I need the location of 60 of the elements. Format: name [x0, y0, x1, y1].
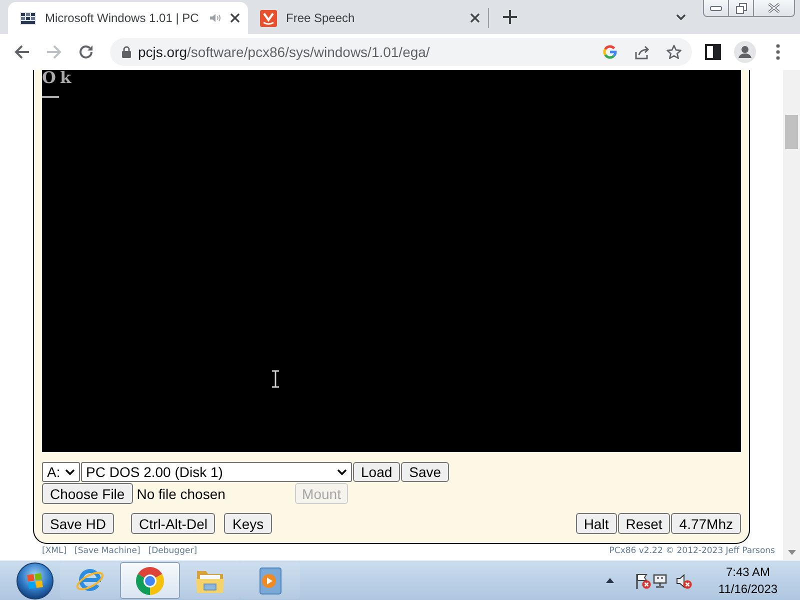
g-logo-icon[interactable]	[602, 44, 618, 60]
scrollbar-thumb[interactable]	[785, 115, 798, 149]
machine-button[interactable]: Keys	[224, 513, 272, 534]
clock-date[interactable]: 11/16/2023	[718, 580, 778, 598]
side-panel-icon[interactable]	[705, 44, 721, 60]
footer-link[interactable]: [XML]	[42, 546, 67, 556]
chevron-down-icon	[65, 469, 75, 475]
taskbar-button[interactable]	[240, 562, 300, 599]
caret-up-icon[interactable]	[606, 578, 614, 583]
minimize-icon	[710, 6, 722, 10]
machine-button[interactable]: 4.77Mhz	[671, 513, 741, 534]
share-icon[interactable]	[634, 44, 650, 60]
address-bar[interactable]: pcjs.org/software/pcx86/sys/windows/1.01/ega/	[110, 38, 692, 66]
back-arrow-icon[interactable]	[14, 44, 30, 60]
avatar-icon[interactable]	[734, 41, 756, 63]
close-icon[interactable]	[470, 13, 480, 23]
v-badge-icon	[260, 10, 277, 26]
browser-tab[interactable]: Microsoft Windows 1.01 | PC	[8, 2, 248, 34]
ring-logo-icon	[135, 566, 165, 596]
machine-button[interactable]: Reset	[618, 513, 670, 534]
plus-icon[interactable]	[503, 10, 517, 24]
text-cursor-icon	[271, 370, 280, 388]
minimize-button[interactable]	[703, 0, 729, 17]
close-icon[interactable]	[230, 13, 240, 23]
machine-button[interactable]: Save HD	[42, 513, 114, 534]
copyright-text: PCx86 v2.22 © 2012-2023 Jeff Parsons	[609, 546, 775, 556]
disk-select[interactable]: PC DOS 2.00 (Disk 1)	[81, 462, 352, 482]
more-menu-icon[interactable]	[776, 44, 780, 60]
file-status-text: No file chosen	[136, 486, 226, 502]
disk-action-button[interactable]: Save	[401, 462, 450, 482]
cursor-bar-icon	[42, 96, 59, 98]
restore-button[interactable]	[729, 0, 754, 17]
machine-button[interactable]: Halt	[576, 513, 617, 534]
taskbar-button[interactable]	[120, 562, 180, 599]
footer-link[interactable]: [Save Machine]	[74, 546, 140, 556]
close-button[interactable]	[754, 0, 795, 17]
clock-time[interactable]: 7:43 AM	[726, 564, 770, 580]
scrollbar[interactable]	[783, 70, 800, 560]
reload-icon[interactable]	[78, 44, 94, 60]
emulator-screen[interactable]: Ok	[42, 70, 741, 452]
footer-link[interactable]: [Debugger]	[148, 546, 198, 556]
speaker-icon[interactable]	[676, 572, 692, 588]
scroll-down-arrow-icon[interactable]	[788, 550, 796, 555]
drive-select[interactable]: A:	[42, 462, 80, 482]
lock-icon[interactable]	[122, 46, 131, 58]
restore-icon	[736, 2, 746, 14]
close-icon	[768, 3, 780, 13]
network-icon[interactable]	[652, 572, 668, 588]
choose-file-button[interactable]: Choose File	[42, 483, 133, 504]
chevron-down-icon[interactable]	[676, 14, 686, 20]
machine-button[interactable]: Ctrl-Alt-Del	[131, 513, 216, 534]
taskbar-button[interactable]	[60, 562, 120, 599]
start-orb-icon[interactable]	[16, 562, 54, 600]
grid-icon	[20, 12, 36, 24]
disk-action-button[interactable]: Load	[353, 462, 400, 482]
screen-text: Ok	[42, 70, 76, 86]
flag-icon[interactable]	[635, 572, 651, 588]
star-icon[interactable]	[666, 44, 682, 60]
play-tile-icon	[257, 566, 283, 594]
chevron-down-icon	[337, 469, 347, 475]
